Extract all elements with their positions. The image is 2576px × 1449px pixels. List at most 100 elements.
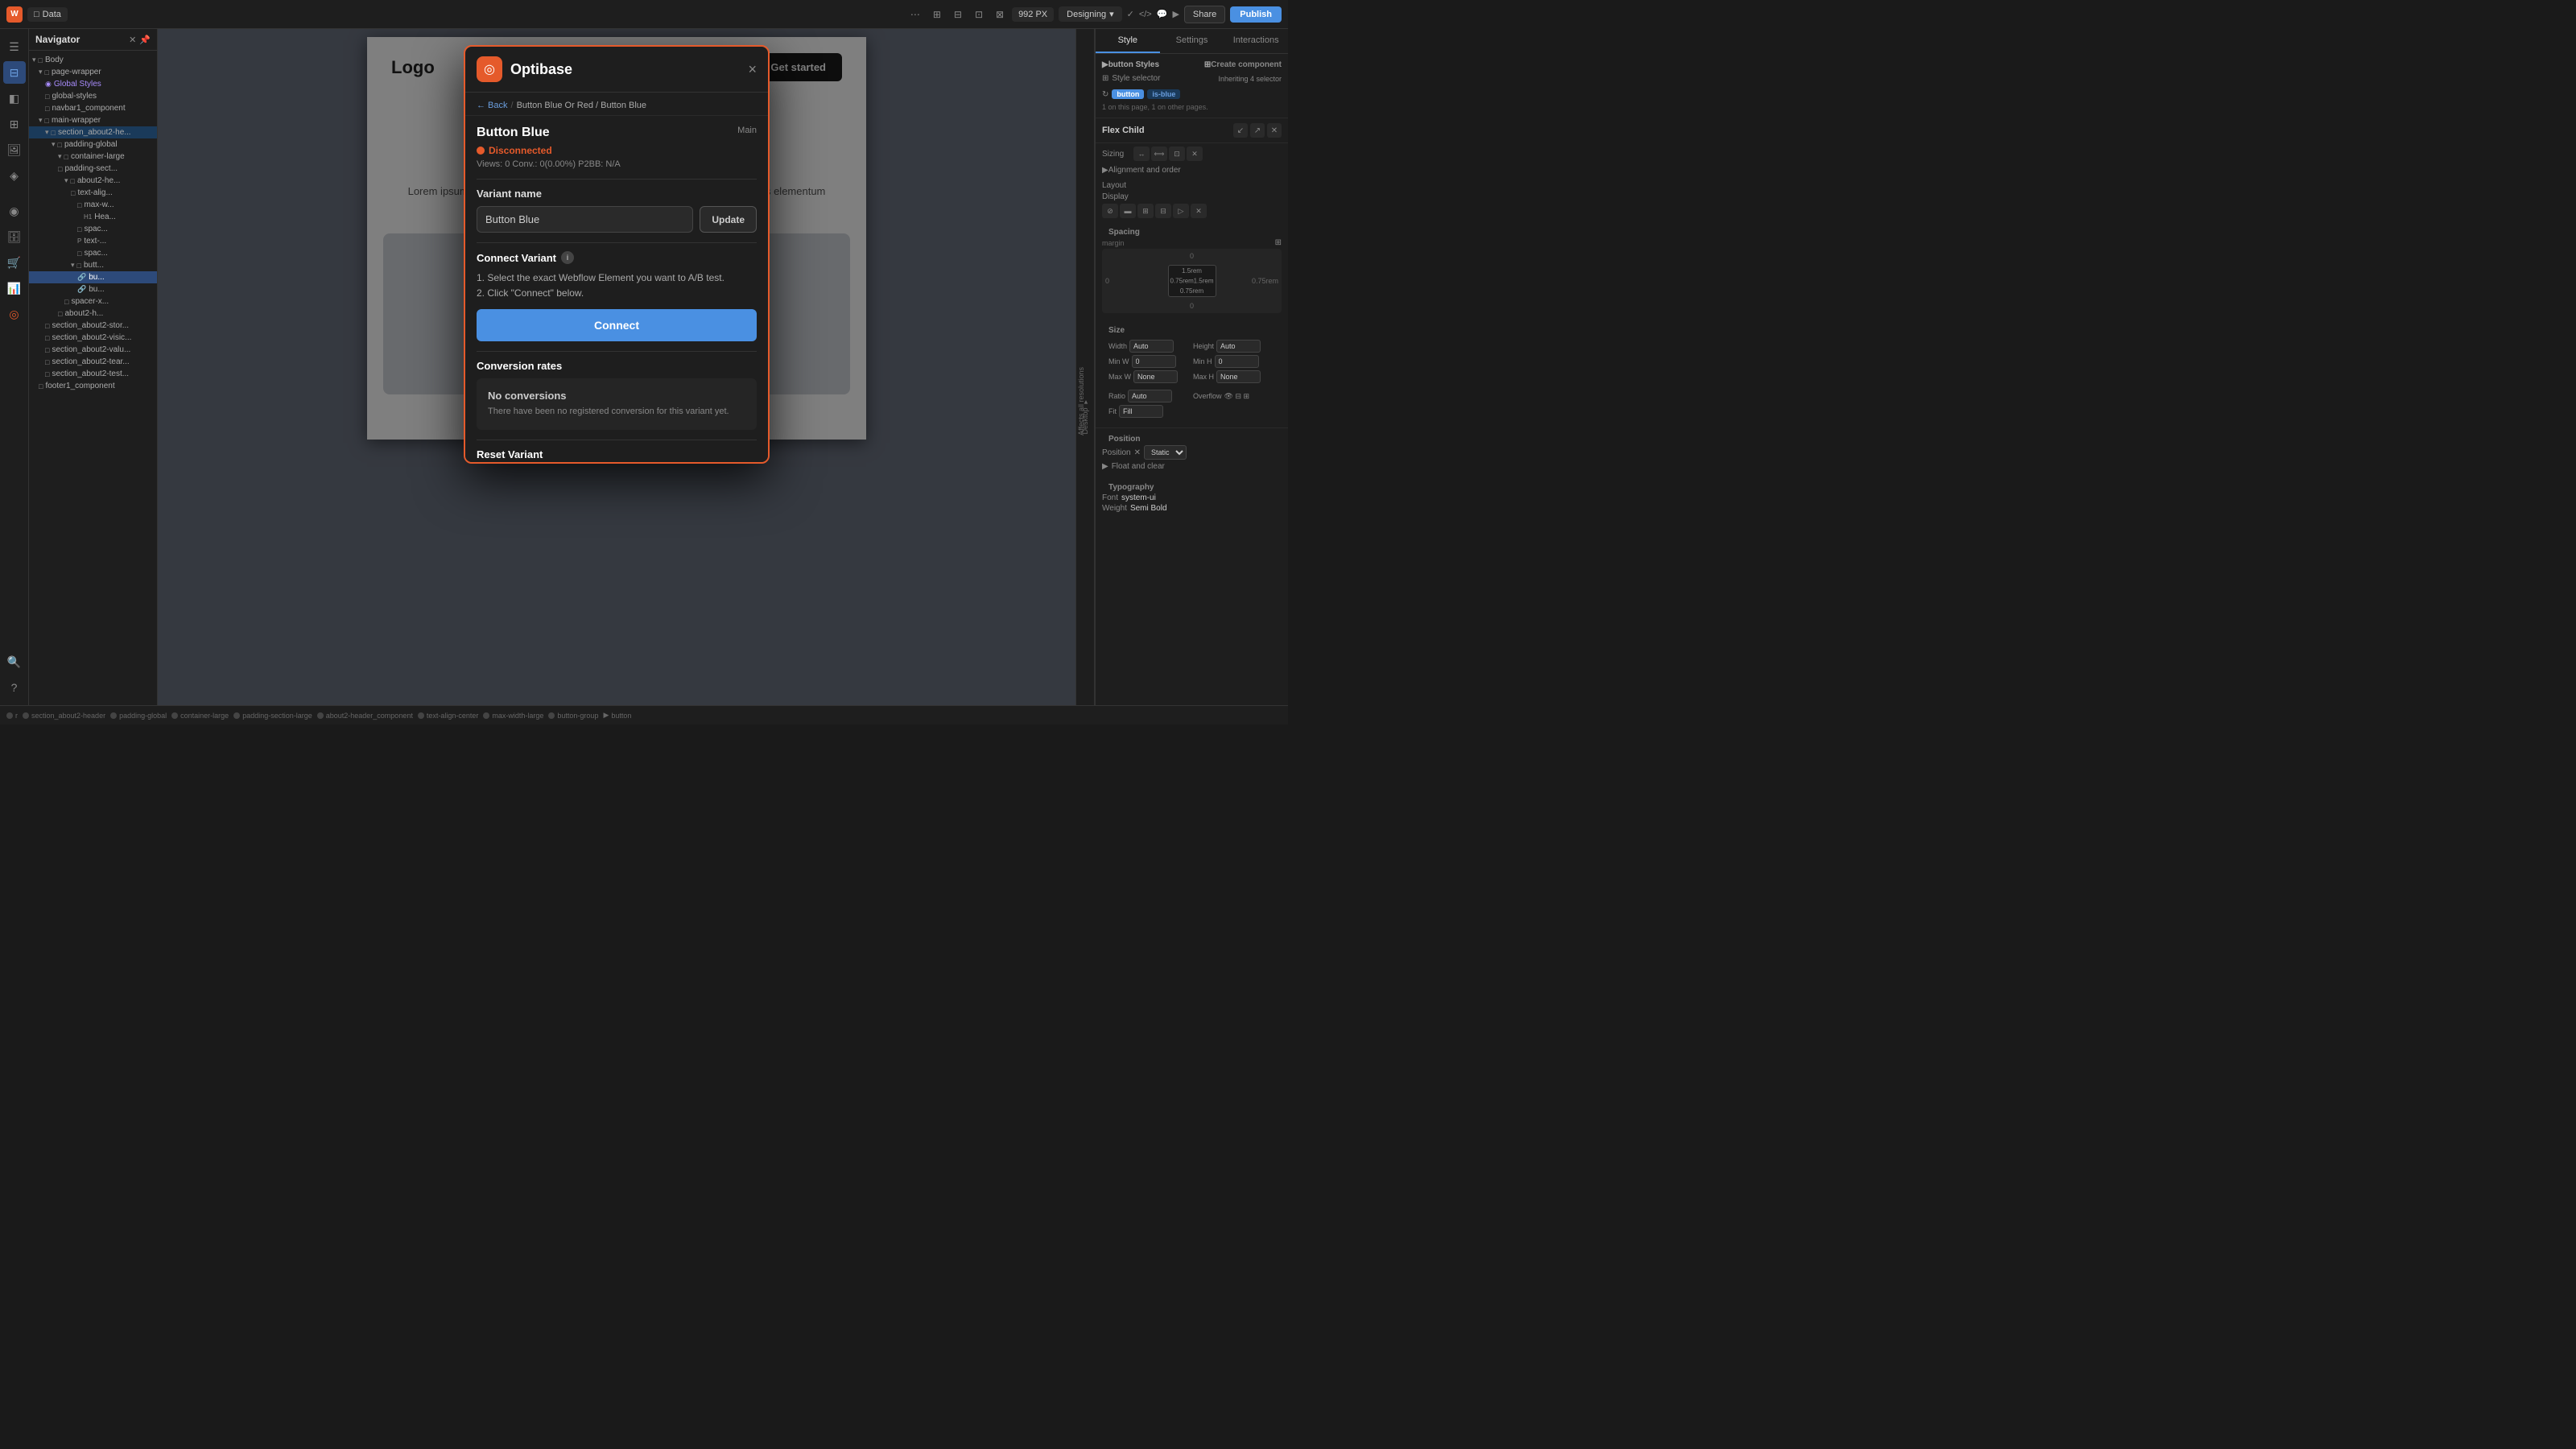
sizing-close-btn[interactable]: ✕ (1187, 147, 1203, 161)
display-flex-btn[interactable]: ⊞ (1137, 204, 1154, 218)
ecommerce-icon[interactable]: 🛒 (3, 251, 26, 274)
padding-left[interactable]: 0.75rem (1170, 278, 1194, 285)
nav-pin-icon[interactable]: 📌 (139, 35, 151, 45)
info-icon[interactable]: i (561, 251, 574, 264)
connect-button[interactable]: Connect (477, 309, 757, 341)
mobile-icon[interactable]: ⊠ (993, 7, 1007, 22)
badge-is-blue[interactable]: is-blue (1147, 89, 1180, 99)
nav-item-section-tear[interactable]: □ section_about2-tear... (29, 356, 157, 368)
display-block-btn[interactable]: ▬ (1120, 204, 1136, 218)
sizing-stretch-btn[interactable]: ⟺ (1151, 147, 1167, 161)
nav-item-global-styles-elem[interactable]: □ global-styles (29, 90, 157, 102)
code-icon[interactable]: </> (1139, 10, 1152, 19)
nav-item-navbar[interactable]: □ navbar1_component (29, 102, 157, 114)
interactions-icon[interactable]: ◉ (3, 200, 26, 222)
nav-item-section-visic[interactable]: □ section_about2-visic... (29, 332, 157, 344)
nav-item-hea[interactable]: H1 Hea... (29, 211, 157, 223)
nav-item-spac2[interactable]: □ spac... (29, 247, 157, 259)
height-input[interactable] (1216, 340, 1261, 353)
nav-item-section-valu[interactable]: □ section_about2-valu... (29, 344, 157, 356)
layers-icon[interactable]: ⊟ (3, 61, 26, 84)
flex-child-shrink-icon[interactable]: ↙ (1233, 123, 1248, 138)
ratio-input[interactable] (1128, 390, 1172, 402)
nav-item-butt-group[interactable]: ▾ □ butt... (29, 259, 157, 271)
nav-item-section-test[interactable]: □ section_about2-test... (29, 368, 157, 380)
display-grid-btn[interactable]: ⊟ (1155, 204, 1171, 218)
nav-item-max-w[interactable]: □ max-w... (29, 199, 157, 211)
max-w-input[interactable] (1133, 370, 1178, 383)
badge-button[interactable]: button (1112, 89, 1144, 99)
desktop-icon[interactable]: ⊞ (930, 7, 944, 22)
nav-item-about2-h[interactable]: □ about2-h... (29, 308, 157, 320)
padding-bottom[interactable]: 0.75rem (1180, 287, 1203, 295)
search-icon[interactable]: 🔍 (3, 650, 26, 673)
display-more-btn[interactable]: ✕ (1191, 204, 1207, 218)
modal-close-button[interactable]: × (748, 62, 757, 76)
nav-item-section-stor[interactable]: □ section_about2-stor... (29, 320, 157, 332)
bottom-item-container[interactable]: container-large (171, 712, 229, 720)
flex-child-grow-icon[interactable]: ↗ (1250, 123, 1265, 138)
sizing-custom-btn[interactable]: ⊡ (1169, 147, 1185, 161)
nav-item-footer[interactable]: □ footer1_component (29, 380, 157, 392)
spacing-expand-icon[interactable]: ⊞ (1275, 238, 1282, 247)
pages-icon[interactable]: ◧ (3, 87, 26, 109)
min-h-input[interactable] (1215, 355, 1259, 368)
nav-item-spac1[interactable]: □ spac... (29, 223, 157, 235)
nav-item-text-p[interactable]: P text-... (29, 235, 157, 247)
update-button[interactable]: Update (700, 206, 757, 233)
nav-item-bu-2[interactable]: 🔗 bu... (29, 283, 157, 295)
padding-right[interactable]: 1.5rem (1194, 278, 1214, 285)
min-w-input[interactable] (1132, 355, 1176, 368)
seo-icon[interactable]: 📊 (3, 277, 26, 299)
nav-item-section-about2[interactable]: ▾ □ section_about2-he... (29, 126, 157, 138)
tab-settings[interactable]: Settings (1160, 29, 1224, 53)
tab-interactions[interactable]: Interactions (1224, 29, 1288, 53)
tablet-icon[interactable]: ⊟ (951, 7, 965, 22)
design-mode[interactable]: Designing ▾ (1059, 6, 1121, 22)
sizing-shrink-btn[interactable]: ↔ (1133, 147, 1150, 161)
mobile-landscape-icon[interactable]: ⊡ (972, 7, 986, 22)
bottom-item-button-group[interactable]: button-group (548, 712, 598, 720)
share-button[interactable]: Share (1184, 6, 1225, 23)
width-input[interactable] (1129, 340, 1174, 353)
components-icon[interactable]: ⊞ (3, 113, 26, 135)
logic-icon[interactable]: ◈ (3, 164, 26, 187)
nav-item-spacer-x[interactable]: □ spacer-x... (29, 295, 157, 308)
assets-icon[interactable]: 🖼 (3, 138, 26, 161)
webflow-logo[interactable]: W (6, 6, 23, 23)
nav-item-padding-sect[interactable]: □ padding-sect... (29, 163, 157, 175)
padding-top[interactable]: 1.5rem (1182, 267, 1202, 275)
nav-item-body[interactable]: ▾ □ Body (29, 54, 157, 66)
navigator-icon[interactable]: ☰ (3, 35, 26, 58)
margin-top[interactable]: 0 (1190, 252, 1194, 260)
nav-item-main-wrapper[interactable]: ▾ □ main-wrapper (29, 114, 157, 126)
cms-icon[interactable]: 🗄 (3, 225, 26, 248)
nav-item-padding-global[interactable]: ▾ □ padding-global (29, 138, 157, 151)
bottom-item-max-width[interactable]: max-width-large (483, 712, 543, 720)
nav-close-icon[interactable]: ✕ (129, 35, 136, 45)
create-component-label[interactable]: Create component (1211, 60, 1282, 69)
nav-item-text-alig[interactable]: □ text-alig... (29, 187, 157, 199)
more-icon[interactable]: ⋯ (907, 7, 923, 22)
nav-item-bu-active[interactable]: 🔗 bu... (29, 271, 157, 283)
bottom-item-padding-section[interactable]: padding-section-large (233, 712, 312, 720)
fit-input[interactable] (1119, 405, 1163, 418)
margin-bottom[interactable]: 0 (1190, 302, 1194, 310)
comment-icon[interactable]: 💬 (1157, 9, 1168, 19)
margin-right[interactable]: 0.75rem (1252, 277, 1278, 285)
position-type-select[interactable]: Static (1144, 445, 1187, 460)
tab-style[interactable]: Style (1096, 29, 1160, 53)
publish-button[interactable]: Publish (1230, 6, 1282, 23)
nav-item-container[interactable]: ▾ □ container-large (29, 151, 157, 163)
display-inline-btn[interactable]: ▷ (1173, 204, 1189, 218)
project-name[interactable]: □ Data (27, 7, 68, 22)
bottom-item-button[interactable]: ▶ button (603, 711, 631, 720)
help-icon[interactable]: ? (3, 676, 26, 699)
display-none-btn[interactable]: ⊘ (1102, 204, 1118, 218)
margin-left[interactable]: 0 (1105, 277, 1109, 285)
flex-child-close-icon[interactable]: ✕ (1267, 123, 1282, 138)
nav-item-about2-he[interactable]: ▾ □ about2-he... (29, 175, 157, 187)
variant-name-input[interactable] (477, 206, 693, 233)
optibase-icon[interactable]: ◎ (3, 303, 26, 325)
breadcrumb-back-link[interactable]: ← Back (477, 101, 508, 110)
